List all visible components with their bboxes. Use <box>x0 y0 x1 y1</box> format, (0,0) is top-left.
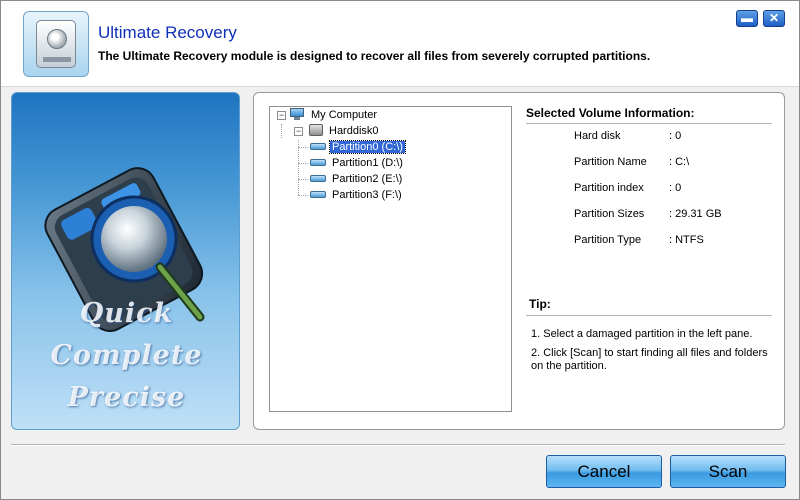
collapse-my-computer-icon[interactable]: − <box>277 111 286 120</box>
tip-item-2: 2. Click [Scan] to start finding all fil… <box>531 347 768 372</box>
info-row-partition-index: Partition index: 0 <box>574 182 682 194</box>
app-title: Ultimate Recovery <box>98 23 237 42</box>
tip-title: Tip: <box>529 297 551 311</box>
info-row-partition-sizes: Partition Sizes: 29.31 GB <box>574 208 722 220</box>
tree-node-harddisk0[interactable]: Harddisk0 <box>309 123 381 139</box>
tip-item-1: 1. Select a damaged partition in the lef… <box>531 328 753 340</box>
divider <box>526 315 772 316</box>
cancel-button[interactable]: Cancel <box>546 455 662 488</box>
tree-node-partition3[interactable]: Partition3 (F:\) <box>310 187 404 203</box>
partition-icon <box>310 159 326 166</box>
tree-node-my-computer[interactable]: My Computer <box>289 107 379 123</box>
slogan-complete: Complete <box>50 340 203 371</box>
info-row-hard-disk: Hard disk: 0 <box>574 130 682 142</box>
close-button[interactable]: ✕ <box>763 10 785 27</box>
collapse-harddisk-icon[interactable]: − <box>294 127 303 136</box>
partition-icon <box>310 191 326 198</box>
partition-icon <box>310 175 326 182</box>
scan-button[interactable]: Scan <box>670 455 786 488</box>
slogan-quick: Quick <box>79 298 174 329</box>
app-description: The Ultimate Recovery module is designed… <box>98 49 651 63</box>
partition-tree[interactable]: − My Computer − Harddisk0 Partition0 (C:… <box>269 106 512 412</box>
minimize-button[interactable]: ▬ <box>736 10 758 27</box>
divider <box>526 123 772 124</box>
header: Ultimate Recovery The Ultimate Recovery … <box>1 1 799 87</box>
partition-icon <box>310 143 326 150</box>
tree-node-partition2[interactable]: Partition2 (E:\) <box>310 171 404 187</box>
volume-info-title: Selected Volume Information: <box>526 106 695 120</box>
slogan-precise: Precise <box>67 382 186 413</box>
computer-icon <box>289 108 305 120</box>
harddisk-icon <box>309 124 323 136</box>
tree-node-partition1[interactable]: Partition1 (D:\) <box>310 155 405 171</box>
tree-node-partition0[interactable]: Partition0 (C:\) <box>310 139 406 155</box>
brand-panel: Quick Complete Precise <box>11 92 240 430</box>
info-row-partition-name: Partition Name: C:\ <box>574 156 690 168</box>
footer-divider <box>11 444 785 446</box>
info-row-partition-type: Partition Type: NTFS <box>574 234 704 246</box>
main-panel: − My Computer − Harddisk0 Partition0 (C:… <box>253 92 785 430</box>
recovery-window: Ultimate Recovery The Ultimate Recovery … <box>0 0 800 500</box>
app-harddisk-icon <box>23 11 89 77</box>
